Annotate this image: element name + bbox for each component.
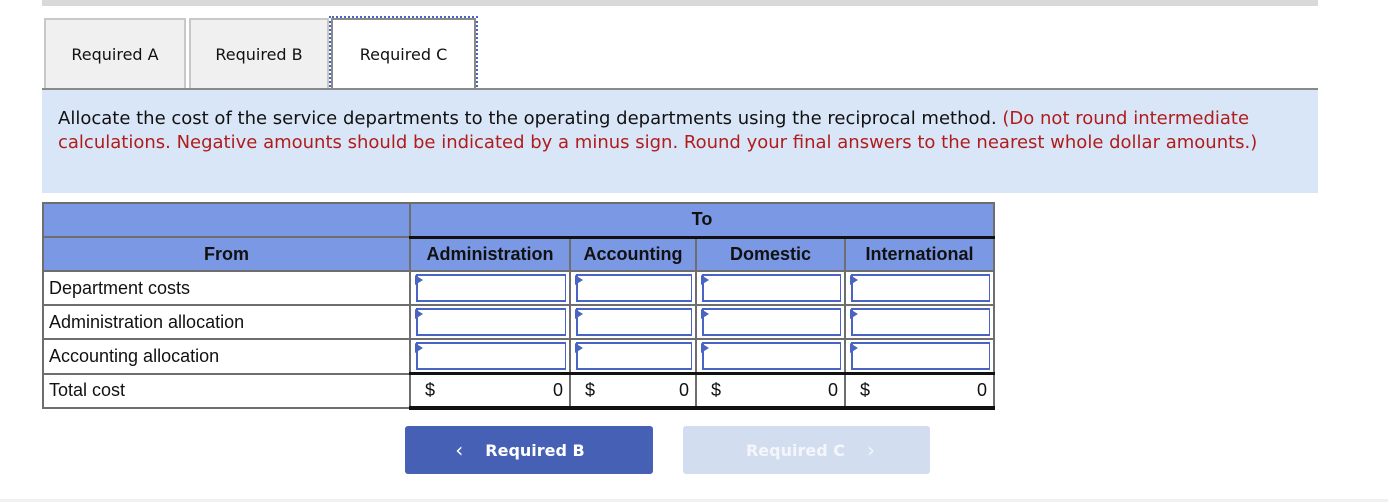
row-label: Administration allocation [42, 304, 411, 340]
header-blank [42, 202, 411, 238]
flag-icon [575, 275, 583, 285]
flag-icon [701, 309, 709, 319]
accounting-allocation-domestic-input[interactable] [702, 342, 841, 370]
total-administration: $0 [409, 372, 571, 410]
tab-required-b[interactable]: Required B [189, 18, 329, 89]
prev-button-label: Required B [485, 440, 585, 460]
flag-icon [850, 309, 858, 319]
header-from: From [42, 236, 411, 272]
flag-icon [575, 309, 583, 319]
table-row-total-cost: Total cost $0 $0 $0 $0 [42, 372, 995, 410]
header-domestic: Domestic [695, 235, 846, 272]
next-required-c-button[interactable]: Required C › [683, 426, 930, 474]
department-costs-accounting-input[interactable] [576, 274, 692, 302]
administration-allocation-international-input[interactable] [851, 308, 990, 336]
row-label: Accounting allocation [42, 338, 411, 375]
instructions-panel: Allocate the cost of the service departm… [42, 90, 1318, 193]
total-domestic: $0 [695, 372, 846, 410]
table-row-accounting-allocation: Accounting allocation [42, 338, 995, 375]
total-accounting: $0 [569, 372, 697, 410]
header-to: To [409, 202, 995, 238]
top-scroll-bar [42, 0, 1318, 6]
tab-bar: Required A Required B Required C [44, 16, 479, 91]
flag-icon [415, 275, 423, 285]
header-administration: Administration [409, 235, 571, 272]
table-row-administration-allocation: Administration allocation [42, 304, 995, 340]
tab-required-a[interactable]: Required A [44, 18, 186, 89]
flag-icon [575, 343, 583, 353]
chevron-right-icon: › [867, 438, 875, 462]
flag-icon [850, 343, 858, 353]
flag-icon [850, 275, 858, 285]
department-costs-administration-input[interactable] [416, 274, 566, 302]
row-label: Department costs [42, 270, 411, 306]
tab-required-c[interactable]: Required C [329, 16, 478, 91]
department-costs-international-input[interactable] [851, 274, 990, 302]
administration-allocation-domestic-input[interactable] [702, 308, 841, 336]
total-international: $0 [844, 372, 995, 410]
instructions-text: Allocate the cost of the service departm… [58, 108, 997, 129]
flag-icon [701, 275, 709, 285]
administration-allocation-administration-input[interactable] [416, 308, 566, 336]
flag-icon [701, 343, 709, 353]
header-international: International [844, 235, 995, 272]
accounting-allocation-administration-input[interactable] [416, 342, 566, 370]
prev-required-b-button[interactable]: ‹ Required B [405, 426, 653, 474]
table-row-department-costs: Department costs [42, 270, 995, 306]
accounting-allocation-accounting-input[interactable] [576, 342, 692, 370]
header-accounting: Accounting [569, 235, 697, 272]
chevron-left-icon: ‹ [455, 438, 464, 462]
next-button-label: Required C [745, 440, 845, 460]
department-costs-domestic-input[interactable] [702, 274, 841, 302]
flag-icon [415, 309, 423, 319]
row-label: Total cost [42, 372, 411, 409]
accounting-allocation-international-input[interactable] [851, 342, 990, 370]
administration-allocation-accounting-input[interactable] [576, 308, 692, 336]
flag-icon [415, 343, 423, 353]
allocation-table: To From Administration Accounting Domest… [42, 202, 995, 410]
